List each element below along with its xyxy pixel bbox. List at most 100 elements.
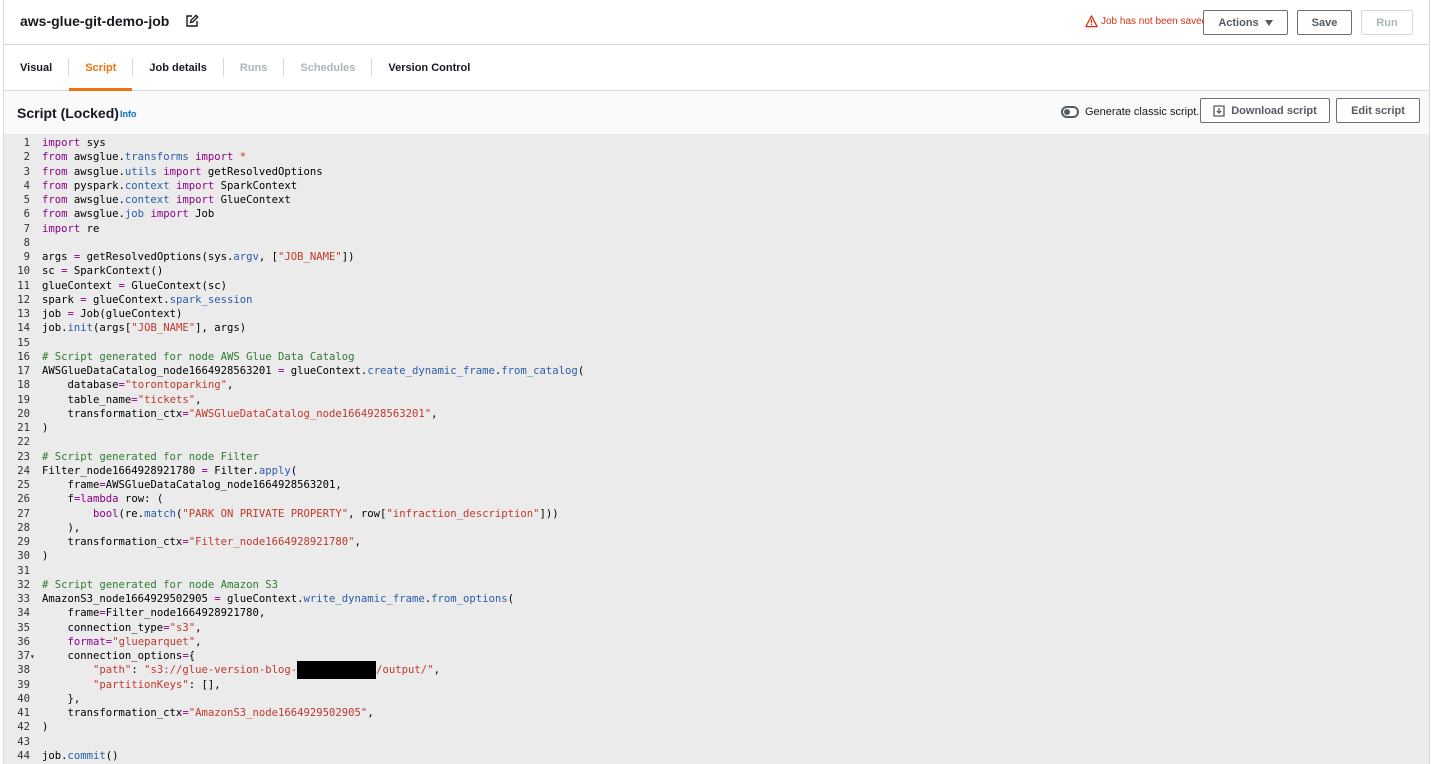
code-line: 39 "partitionKeys": [],: [4, 678, 1429, 692]
line-number: 12: [17, 293, 30, 306]
line-number: 10: [17, 265, 30, 278]
classic-script-label: Generate classic script.: [1085, 106, 1200, 118]
edit-script-button[interactable]: Edit script: [1336, 98, 1420, 123]
code-line: 34 frame=Filter_node1664928921780,: [4, 606, 1429, 620]
code-token: "AmazonS3_node1664929502905": [188, 707, 368, 719]
code-line: 10 sc = SparkContext(): [4, 264, 1429, 278]
classic-script-toggle[interactable]: [1061, 106, 1079, 118]
code-line: 21): [4, 421, 1429, 435]
code-token: /output/": [376, 664, 434, 677]
code-token: format: [67, 635, 106, 648]
code-line: 14 job.init(args["JOB_NAME"], args): [4, 321, 1429, 335]
code-line: 20 transformation_ctx="AWSGlueDataCatalo…: [4, 407, 1429, 421]
code-token: create_dynamic_frame: [367, 365, 495, 377]
code-text: from awsglue.context import GlueContext: [42, 194, 291, 206]
info-link[interactable]: Info: [120, 109, 137, 119]
line-number: 27: [17, 507, 30, 520]
line-number: 8: [23, 236, 30, 249]
code-text: },: [42, 692, 81, 705]
code-text: AWSGlueDataCatalog_node1664928563201 = g…: [42, 365, 585, 377]
tab-script[interactable]: Script: [69, 45, 133, 91]
caret-down-icon: [1264, 19, 1273, 26]
code-editor[interactable]: 1 import sys 2 from awsglue.transforms impo…: [4, 135, 1429, 764]
warning-text: Job has not been saved: [1101, 16, 1208, 27]
actions-label: Actions: [1218, 16, 1259, 29]
code-text: # Script generated for node AWS Glue Dat…: [42, 351, 355, 363]
code-text: AmazonS3_node1664929502905 = glueContext…: [42, 593, 515, 605]
run-button[interactable]: Run: [1361, 10, 1413, 35]
tab-job-details[interactable]: Job details: [133, 45, 222, 90]
code-line: 11 glueContext = GlueContext(sc): [4, 279, 1429, 293]
code-line: 19 table_name="tickets",: [4, 393, 1429, 407]
line-number: 1: [23, 137, 30, 149]
line-number: 19: [17, 393, 30, 406]
edit-icon[interactable]: [185, 14, 199, 28]
code-token: from_options: [431, 593, 508, 605]
code-token: spark_session: [169, 293, 253, 306]
code-text: job.commit(): [42, 749, 119, 762]
line-number: 34: [17, 607, 30, 620]
line-number: 21: [17, 422, 30, 434]
code-line: 29 transformation_ctx="Filter_node166492…: [4, 535, 1429, 549]
code-token: from_catalog: [501, 365, 578, 377]
line-number: 17: [17, 365, 30, 377]
code-text: import sys: [42, 137, 106, 149]
line-number: 23: [17, 450, 30, 463]
line-number: 6: [23, 208, 30, 221]
actions-button[interactable]: Actions: [1203, 10, 1288, 35]
code-token: "infraction_description": [386, 507, 540, 520]
code-token: from: [42, 151, 68, 164]
code-token: commit: [67, 749, 106, 762]
code-line: 3 from awsglue.utils import getResolvedOp…: [4, 165, 1429, 179]
code-token: import: [163, 165, 202, 178]
code-line: 36 format="glueparquet",: [4, 635, 1429, 649]
code-line: 8: [4, 236, 1429, 250]
code-line: 12 spark = glueContext.spark_session: [4, 293, 1429, 307]
code-token: =: [182, 650, 189, 662]
code-token: "Filter_node1664928921780": [188, 536, 355, 548]
download-script-button[interactable]: Download script: [1200, 98, 1330, 123]
line-number: 42: [17, 721, 30, 734]
tab-runs[interactable]: Runs: [224, 45, 284, 90]
line-number: 30: [17, 550, 30, 563]
line-number: 3: [23, 165, 30, 178]
line-number: 44: [17, 749, 30, 762]
code-text: ): [42, 721, 49, 734]
code-token: context: [124, 179, 170, 192]
code-text: glueContext = GlueContext(sc): [42, 279, 227, 292]
line-number: 28: [17, 521, 30, 534]
fold-arrow-icon[interactable]: ▾: [30, 652, 42, 661]
tab-version-control[interactable]: Version Control: [372, 45, 486, 90]
code-token: bool: [93, 507, 119, 520]
code-line: 40 },: [4, 692, 1429, 706]
code-token: # Script generated for node Amazon S3: [42, 578, 278, 591]
line-number: 5: [23, 194, 30, 206]
code-token: from: [42, 179, 68, 192]
code-text: Filter_node1664928921780 = Filter.apply(: [42, 464, 298, 477]
code-text: ): [42, 550, 49, 563]
download-script-label: Download script: [1231, 104, 1317, 117]
code-line: 32 # Script generated for node Amazon S3: [4, 578, 1429, 592]
code-line: 41 transformation_ctx="AmazonS3_node1664…: [4, 706, 1429, 720]
code-text: from awsglue.transforms import *: [42, 151, 247, 164]
code-text: transformation_ctx="Filter_node166492892…: [42, 536, 361, 548]
code-line: 9 args = getResolvedOptions(sys.argv, ["J…: [4, 250, 1429, 264]
code-text: "partitionKeys": [],: [93, 678, 221, 691]
code-token: match: [144, 507, 176, 520]
job-title: aws-glue-git-demo-job: [20, 13, 170, 29]
code-token: "s3://glue-version-blog-: [144, 664, 298, 677]
code-token: # Script generated for node AWS Glue Dat…: [42, 350, 355, 363]
code-line: 28 ),: [4, 521, 1429, 535]
code-line: 7 import re: [4, 222, 1429, 236]
save-button[interactable]: Save: [1297, 10, 1352, 35]
line-number: 39: [17, 678, 30, 691]
code-text: frame=Filter_node1664928921780,: [42, 607, 266, 620]
code-token: "partitionKeys": [93, 678, 189, 691]
code-line: 31: [4, 564, 1429, 578]
code-text: bool(re.match("PARK ON PRIVATE PROPERTY"…: [93, 507, 559, 520]
panel-title: Script (Locked): [17, 105, 119, 121]
code-token: "s3": [169, 621, 196, 634]
line-number: 40: [17, 692, 30, 705]
tab-visual[interactable]: Visual: [4, 45, 68, 90]
tab-schedules[interactable]: Schedules: [284, 45, 371, 90]
